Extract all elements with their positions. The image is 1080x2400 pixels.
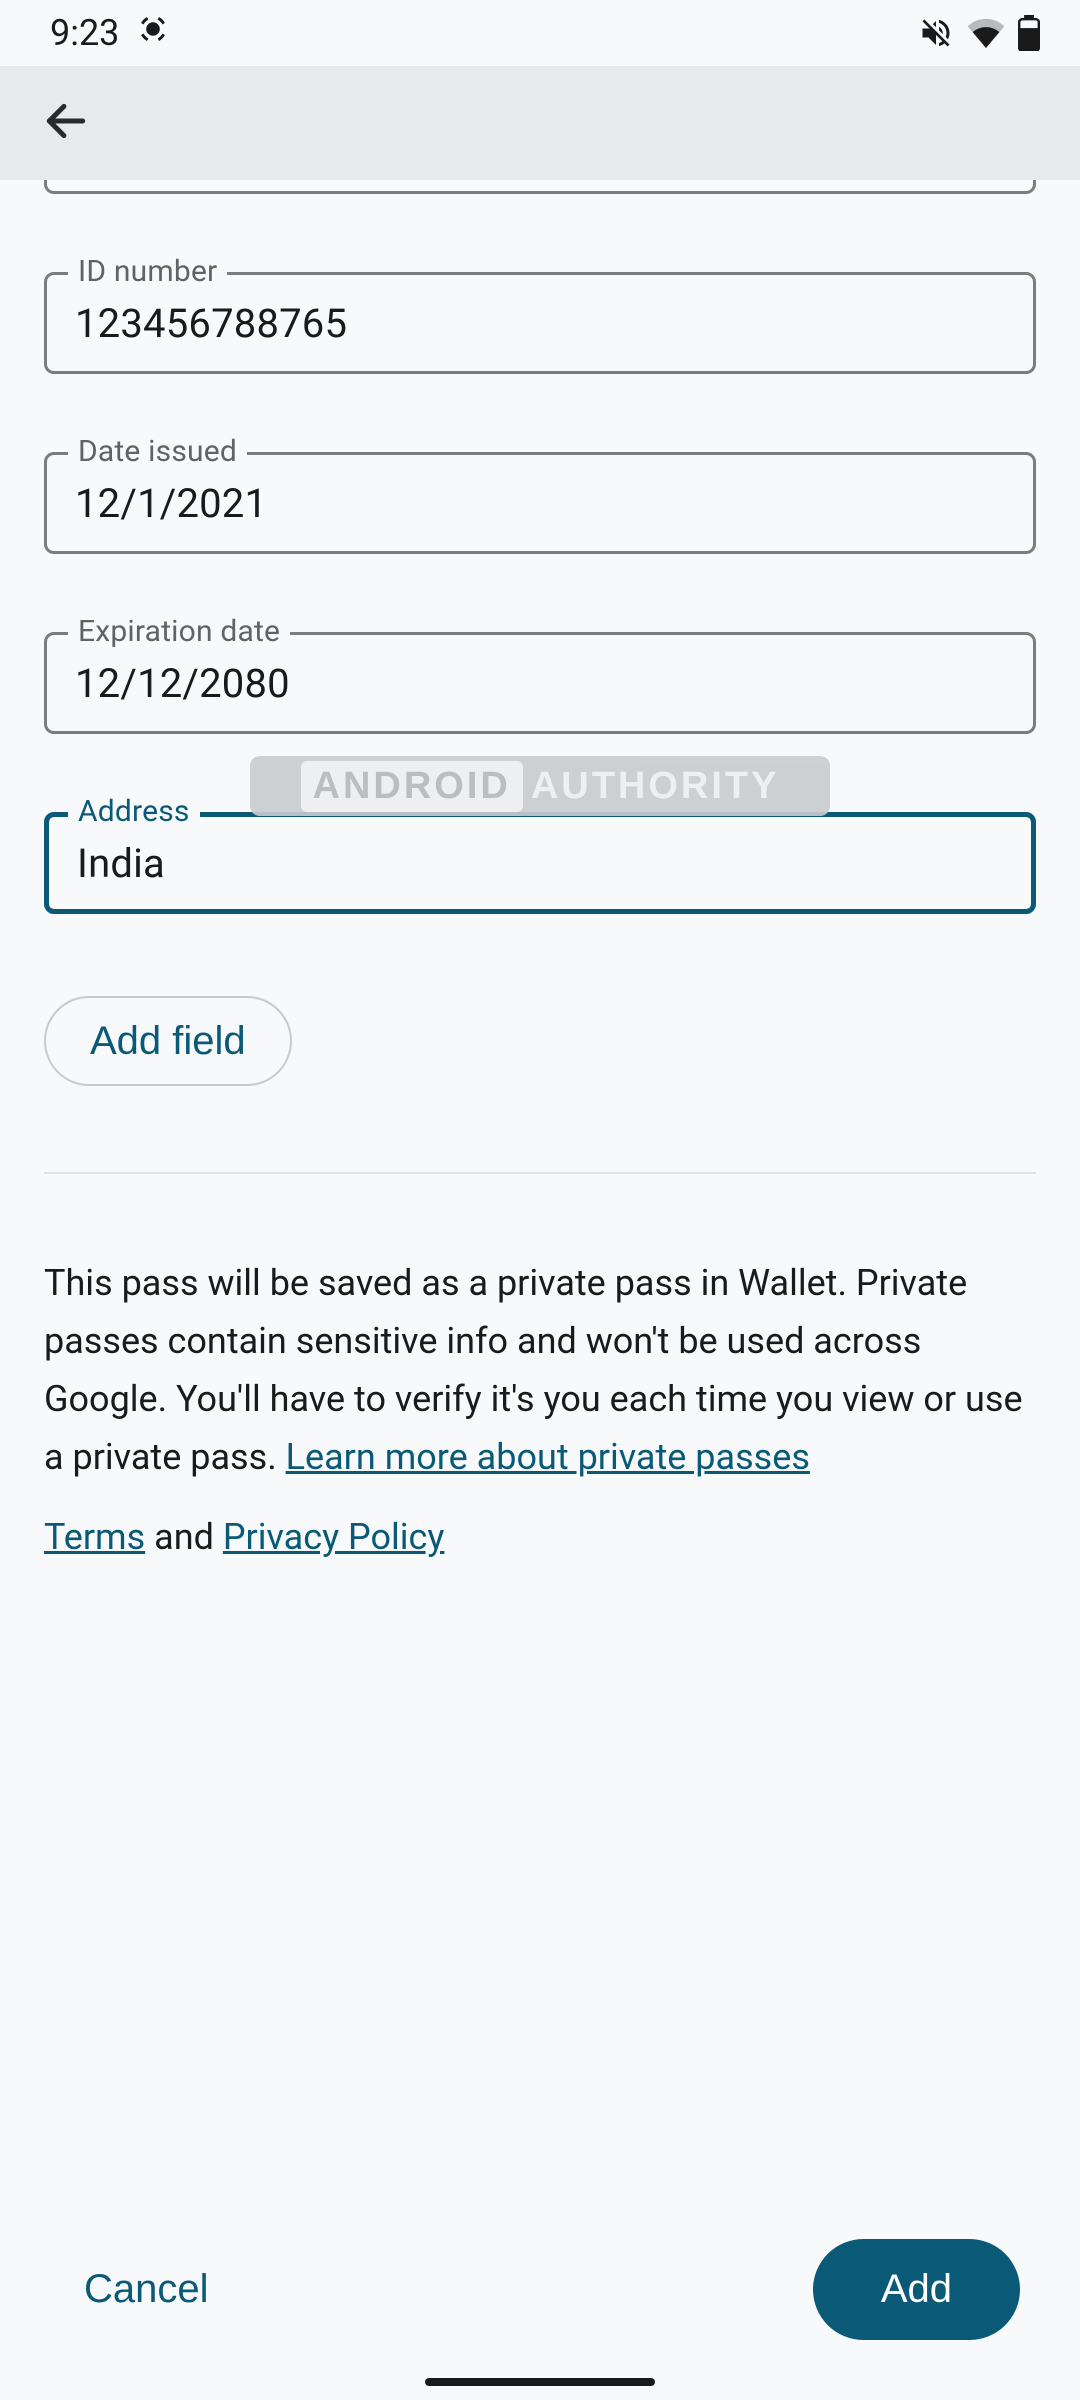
- bottom-action-bar: Cancel Add: [0, 2239, 1080, 2340]
- terms-link[interactable]: Terms: [44, 1516, 145, 1558]
- battery-icon: [1018, 15, 1040, 51]
- arrow-back-icon: [41, 96, 91, 150]
- field-value: 12/1/2021: [75, 480, 267, 527]
- back-button[interactable]: [38, 95, 94, 151]
- mute-icon: [918, 15, 954, 51]
- field-value: 123456788765: [75, 300, 347, 347]
- legal-links: Terms and Privacy Policy: [44, 1516, 1036, 1558]
- date-issued-field[interactable]: Date issued 12/1/2021: [44, 452, 1036, 554]
- cancel-button[interactable]: Cancel: [60, 2247, 233, 2332]
- add-field-button[interactable]: Add field: [44, 996, 292, 1086]
- expiration-date-field[interactable]: Expiration date 12/12/2080: [44, 632, 1036, 734]
- private-pass-disclosure: This pass will be saved as a private pas…: [44, 1254, 1036, 1486]
- learn-more-link[interactable]: Learn more about private passes: [286, 1436, 810, 1478]
- legal-and: and: [145, 1516, 223, 1558]
- status-left: 9:23: [50, 12, 169, 54]
- divider: [44, 1172, 1036, 1174]
- status-right: [918, 15, 1040, 51]
- button-label: Add: [881, 2267, 952, 2311]
- gesture-nav-handle[interactable]: [425, 2378, 655, 2386]
- camera-access-icon: [137, 12, 169, 54]
- form-content: ID number 123456788765 Date issued 12/1/…: [0, 180, 1080, 1558]
- id-number-field[interactable]: ID number 123456788765: [44, 272, 1036, 374]
- field-value: India: [77, 840, 165, 887]
- address-field[interactable]: Address India: [44, 812, 1036, 914]
- field-label: Address: [68, 794, 200, 829]
- privacy-link[interactable]: Privacy Policy: [223, 1516, 445, 1558]
- status-time: 9:23: [50, 12, 119, 54]
- button-label: Cancel: [84, 2267, 209, 2311]
- field-value: 12/12/2080: [75, 660, 290, 707]
- field-label: Expiration date: [68, 614, 290, 649]
- app-bar: [0, 66, 1080, 180]
- wifi-icon: [966, 15, 1006, 51]
- field-label: ID number: [68, 254, 227, 289]
- add-button[interactable]: Add: [813, 2239, 1020, 2340]
- status-bar: 9:23: [0, 0, 1080, 66]
- previous-field-peek[interactable]: [44, 180, 1036, 194]
- button-label: Add field: [90, 1019, 246, 1064]
- field-label: Date issued: [68, 434, 247, 469]
